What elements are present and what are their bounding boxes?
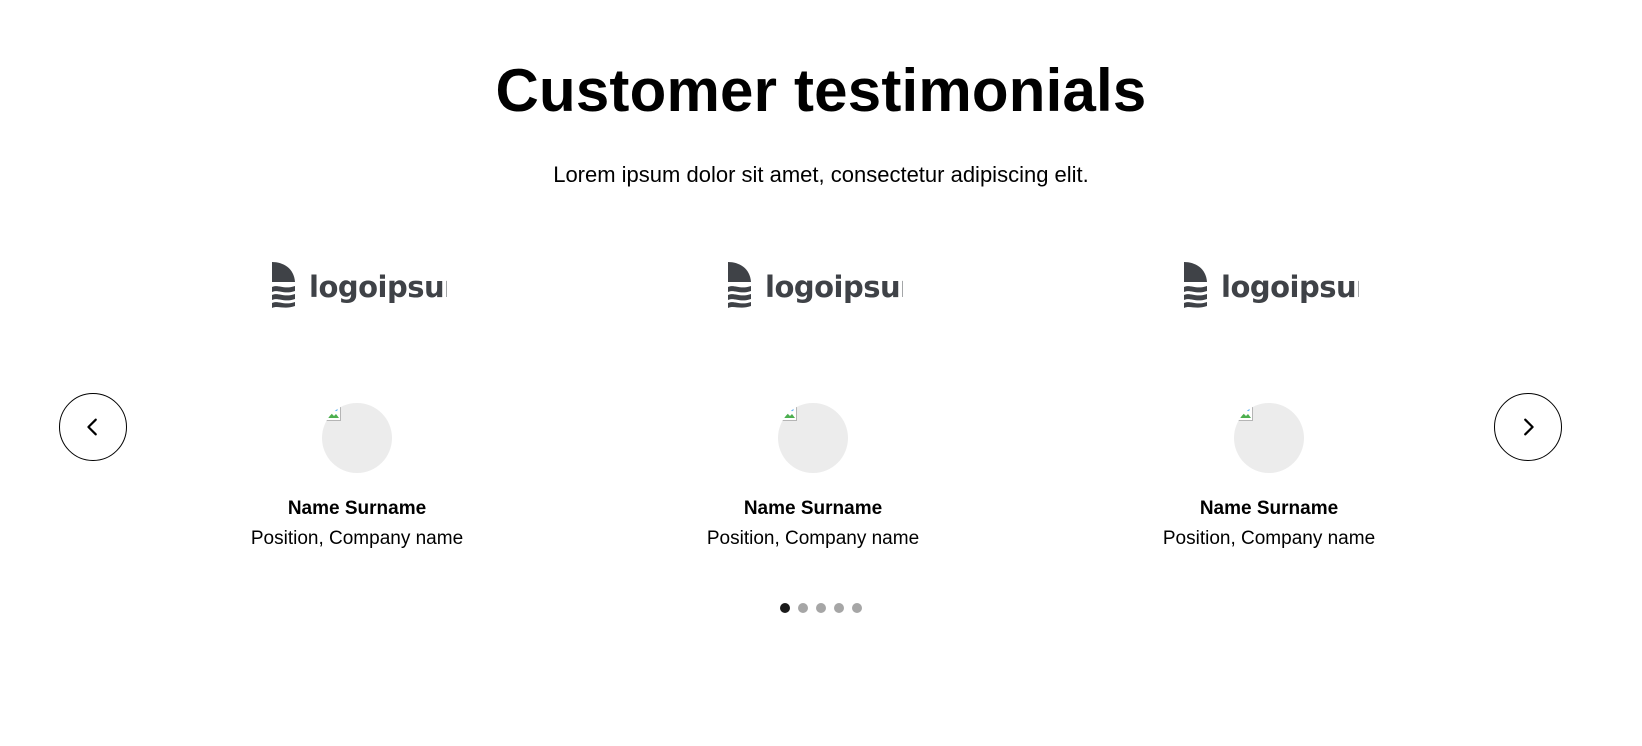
logo-text: logoipsum <box>1221 270 1359 304</box>
page-subtitle: Lorem ipsum dolor sit amet, consectetur … <box>553 162 1089 187</box>
testimonial-card: logoipsum Name Surname Position, Company… <box>663 262 963 562</box>
pagination-dot-5[interactable] <box>852 603 862 613</box>
testimonial-position: Position, Company name <box>1162 528 1376 549</box>
avatar <box>322 403 392 473</box>
testimonial-name: Name Surname <box>287 498 427 519</box>
testimonial-card: logoipsum Name Surname Position, Company… <box>207 262 507 562</box>
logo-mark-icon <box>1181 262 1211 312</box>
pagination-dot-3[interactable] <box>816 603 826 613</box>
pagination-dot-2[interactable] <box>798 603 808 613</box>
testimonial-card: logoipsum Name Surname Position, Company… <box>1119 262 1419 562</box>
chevron-right-icon <box>1517 416 1539 438</box>
next-slide-button[interactable] <box>1494 393 1562 461</box>
testimonials-section: Customer testimonials Lorem ipsum dolor … <box>0 0 1642 746</box>
avatar <box>778 403 848 473</box>
company-logo: logoipsum <box>725 262 903 312</box>
testimonial-position: Position, Company name <box>706 528 920 549</box>
company-logo: logoipsum <box>269 262 447 312</box>
testimonial-name: Name Surname <box>743 498 883 519</box>
logo-text: logoipsum <box>309 270 447 304</box>
pagination-dot-4[interactable] <box>834 603 844 613</box>
logo-mark-icon <box>269 262 299 312</box>
slider-pagination <box>0 603 1642 613</box>
company-logo: logoipsum <box>1181 262 1359 312</box>
testimonial-name: Name Surname <box>1199 498 1339 519</box>
pagination-dot-1[interactable] <box>780 603 790 613</box>
avatar <box>1234 403 1304 473</box>
previous-slide-button[interactable] <box>59 393 127 461</box>
chevron-left-icon <box>82 416 104 438</box>
logo-text: logoipsum <box>765 270 903 304</box>
page-title: Customer testimonials <box>495 57 1147 124</box>
testimonial-position: Position, Company name <box>250 528 464 549</box>
logo-mark-icon <box>725 262 755 312</box>
